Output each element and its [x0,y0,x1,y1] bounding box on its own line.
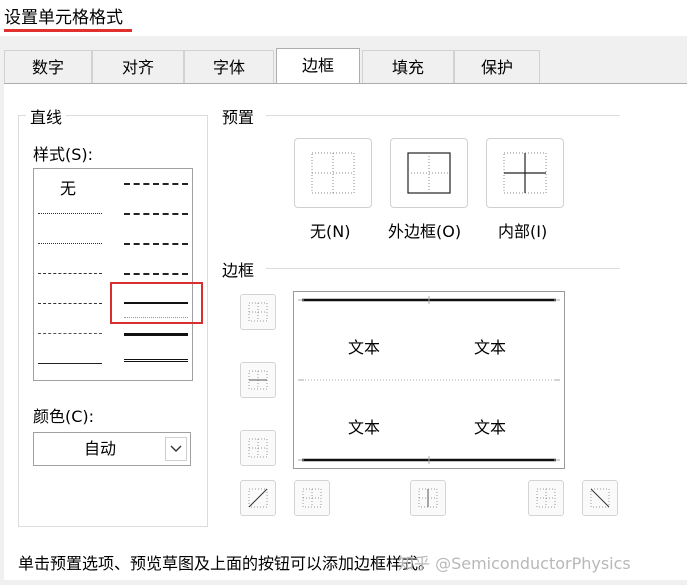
tab-fill[interactable]: 填充 [362,50,454,83]
border-inside-horizontal-icon [248,370,268,390]
border-diagonal-up-button[interactable] [240,480,276,516]
border-left-icon [302,488,322,508]
tab-alignment[interactable]: 对齐 [92,50,184,83]
border-top-button[interactable] [240,294,276,330]
line-style-dash-dot[interactable] [38,303,102,304]
tab-number[interactable]: 数字 [4,50,92,83]
border-inside-vertical-icon [418,488,438,508]
line-style-thick[interactable] [124,333,188,336]
preset-inside-button[interactable] [486,138,564,208]
preset-outline-icon [407,152,451,194]
preview-cell-text: 文本 [348,338,381,357]
preview-cell-text: 文本 [474,338,507,357]
border-right-button[interactable] [528,480,564,516]
border-inside-vertical-button[interactable] [410,480,446,516]
line-style-medium-dash-dot-dot[interactable] [124,183,188,185]
line-style-hair[interactable] [38,213,102,214]
preview-lines [298,296,560,464]
color-select[interactable]: 自动 [33,432,191,466]
diagonal-down-icon [590,488,610,508]
line-style-thin[interactable] [38,363,102,364]
preview-cell-text: 文本 [474,418,507,437]
border-preview[interactable]: 文本 文本 文本 文本 [293,291,565,469]
border-bottom-icon [248,438,268,458]
line-style-dotted[interactable] [38,243,102,244]
preset-none-button[interactable] [294,138,372,208]
preset-inside-label: 内部(I) [498,222,548,241]
color-select-value: 自动 [83,439,116,458]
style-label: 样式(S): [33,145,94,164]
line-style-double[interactable] [124,359,188,365]
preset-none-label: 无(N) [310,222,351,241]
presets-divider [266,115,620,116]
border-inside-horizontal-button[interactable] [240,362,276,398]
preview-cell-text: 文本 [348,418,381,437]
border-right-icon [536,488,556,508]
line-style-medium-dashed[interactable] [124,273,188,275]
border-divider [266,268,620,269]
tab-label: 数字 [31,58,64,77]
tab-label: 边框 [301,56,334,75]
title-highlight-underline [4,29,132,32]
tab-protection[interactable]: 保护 [454,50,540,83]
preset-none-icon [311,152,355,194]
color-label: 颜色(C): [33,407,95,426]
border-bottom-button[interactable] [240,430,276,466]
help-text: 单击预置选项、预览草图及上面的按钮可以添加边框样式。 [18,554,435,573]
line-style-none[interactable]: 无 [60,175,76,199]
selected-style-highlight [110,282,203,324]
dialog-title: 设置单元格格式 [4,8,123,28]
border-diagonal-down-button[interactable] [582,480,618,516]
tab-label: 保护 [480,58,513,77]
line-group-title: 直线 [26,104,67,128]
border-left-button[interactable] [294,480,330,516]
tab-label: 填充 [391,58,424,77]
preset-outline-button[interactable] [390,138,468,208]
chevron-down-icon[interactable] [165,437,187,461]
line-style-dashed[interactable] [38,333,102,334]
line-style-medium-dash-dot[interactable] [124,243,188,245]
tab-font[interactable]: 字体 [184,50,274,83]
preset-inside-icon [503,152,547,194]
border-top-icon [248,302,268,322]
tab-label: 对齐 [121,58,154,77]
presets-title: 预置 [222,108,255,127]
tab-label: 字体 [212,58,245,77]
tab-border[interactable]: 边框 [276,48,360,83]
watermark-text: 知乎 @SemiconductorPhysics [398,554,631,573]
preset-outline-label: 外边框(O) [388,222,462,241]
diagonal-up-icon [248,488,268,508]
line-style-list[interactable]: 无 [33,168,193,381]
border-title: 边框 [222,261,255,280]
line-style-slanted-dash-dot[interactable] [124,213,188,215]
line-style-dash-dot-dot[interactable] [38,273,102,274]
